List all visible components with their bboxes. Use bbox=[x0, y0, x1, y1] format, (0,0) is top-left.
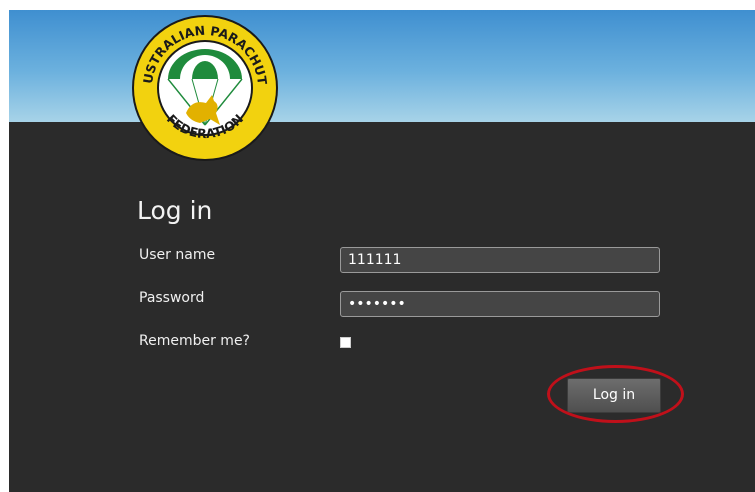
header-sky-banner bbox=[9, 10, 755, 122]
remember-me-checkbox[interactable] bbox=[340, 337, 351, 348]
username-label: User name bbox=[139, 247, 216, 263]
login-page: AUSTRALIAN PARACHUTE FEDERATION Log in U… bbox=[9, 10, 755, 492]
password-label: Password bbox=[139, 290, 205, 306]
page-title: Log in bbox=[137, 196, 213, 225]
password-input[interactable]: ••••••• bbox=[340, 291, 660, 317]
login-button[interactable]: Log in bbox=[567, 378, 661, 413]
remember-me-label: Remember me? bbox=[139, 333, 250, 349]
apf-logo: AUSTRALIAN PARACHUTE FEDERATION bbox=[130, 13, 278, 161]
username-input[interactable]: 111111 bbox=[340, 247, 660, 273]
